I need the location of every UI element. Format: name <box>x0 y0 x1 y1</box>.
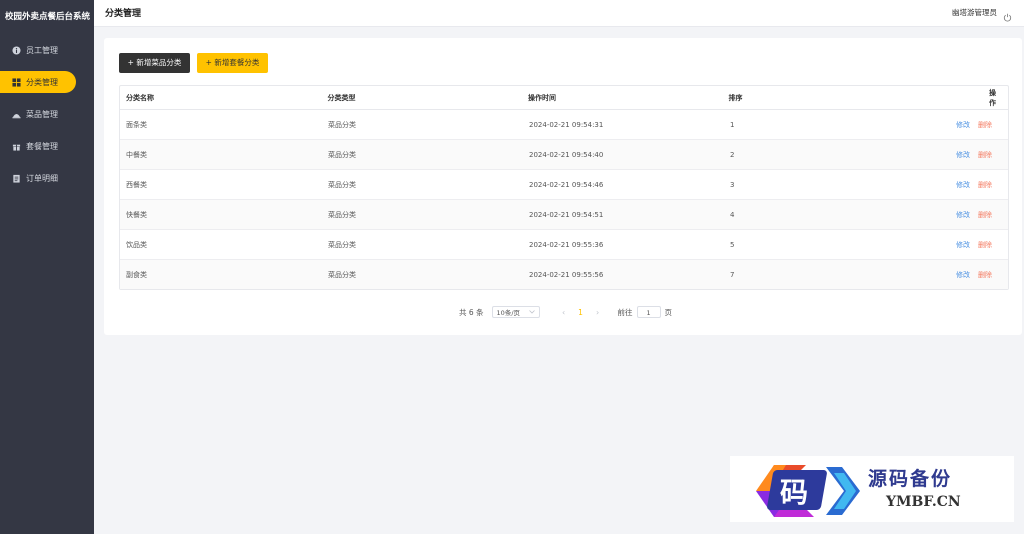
cell-actions: 修改 删除 <box>926 240 1008 250</box>
sidebar-item-employee[interactable]: 员工管理 <box>0 39 76 61</box>
page-size-value: 10条/页 <box>496 309 521 317</box>
cell-actions: 修改 删除 <box>926 210 1008 220</box>
column-header: 分类类型 <box>327 93 356 102</box>
delete-link[interactable]: 删除 <box>978 240 992 250</box>
category-table: 分类名称 分类类型 操作时间 排序 操作 面条类 菜品分类 2024-02-21… <box>119 85 1009 290</box>
cell-time: 2024-02-21 09:54:51 <box>529 210 604 219</box>
cell-time: 2024-02-21 09:54:46 <box>529 180 604 189</box>
sidebar-item-label: 菜品管理 <box>26 109 58 119</box>
cell-actions: 修改 删除 <box>926 180 1008 190</box>
prev-page-button[interactable]: ‹ <box>554 308 574 317</box>
cell-name: 饮品类 <box>126 240 147 249</box>
sidebar-item-category[interactable]: 分类管理 <box>0 71 76 93</box>
delete-link[interactable]: 删除 <box>978 180 992 190</box>
cell-name: 快餐类 <box>126 210 147 219</box>
table-row: 中餐类 菜品分类 2024-02-21 09:54:40 2 修改 删除 <box>120 140 1008 170</box>
cell-sort: 1 <box>730 120 735 129</box>
page-suffix: 页 <box>664 307 673 317</box>
sidebar-item-label: 订单明细 <box>26 173 58 183</box>
cell-sort: 3 <box>730 180 735 189</box>
sidebar-item-dish[interactable]: 菜品管理 <box>0 103 76 125</box>
cell-sort: 2 <box>730 150 735 159</box>
cell-type: 菜品分类 <box>328 120 356 129</box>
delete-link[interactable]: 删除 <box>978 270 992 280</box>
cell-name: 西餐类 <box>126 180 147 189</box>
cell-type: 菜品分类 <box>328 240 356 249</box>
sidebar-item-order[interactable]: 订单明细 <box>0 167 76 189</box>
delete-link[interactable]: 删除 <box>978 120 992 130</box>
edit-link[interactable]: 修改 <box>956 270 970 280</box>
cell-type: 菜品分类 <box>328 180 356 189</box>
table-header: 分类名称 分类类型 操作时间 排序 操作 <box>120 86 1008 110</box>
cell-time: 2024-02-21 09:55:56 <box>529 270 604 279</box>
table-row: 西餐类 菜品分类 2024-02-21 09:54:46 3 修改 删除 <box>120 170 1008 200</box>
cell-type: 菜品分类 <box>328 270 356 279</box>
pagination: 共 6 条 10条/页 ‹ 1 › 前往 1 页 <box>459 305 672 319</box>
cell-time: 2024-02-21 09:55:36 <box>529 240 604 249</box>
gift-box-icon <box>12 142 21 151</box>
next-page-button[interactable]: › <box>588 308 608 317</box>
column-header: 分类名称 <box>126 93 154 102</box>
watermark-mark-text: 码 <box>780 476 809 509</box>
table-body: 面条类 菜品分类 2024-02-21 09:54:31 1 修改 删除 中餐类… <box>120 110 1008 289</box>
column-header: 操作时间 <box>528 93 556 102</box>
dish-icon <box>12 110 21 119</box>
cell-type: 菜品分类 <box>328 150 356 159</box>
cell-name: 副食类 <box>126 270 147 279</box>
page-title: 分类管理 <box>105 9 142 19</box>
pagination-total: 共 6 条 <box>459 307 484 317</box>
sidebar-item-label: 员工管理 <box>26 45 58 55</box>
cell-actions: 修改 删除 <box>926 120 1008 130</box>
cell-actions: 修改 删除 <box>926 270 1008 280</box>
chevron-down-icon <box>528 308 535 316</box>
delete-link[interactable]: 删除 <box>978 150 992 160</box>
cell-sort: 5 <box>730 240 735 249</box>
cell-type: 菜品分类 <box>328 210 356 219</box>
sidebar: 校园外卖点餐后台系统 员工管理 分类管理 菜品管理 套餐管理 订单明细 <box>0 0 94 534</box>
cell-sort: 7 <box>730 270 735 279</box>
add-dish-category-button[interactable]: + 新增菜品分类 <box>119 53 190 73</box>
cell-sort: 4 <box>730 210 735 219</box>
cell-name: 中餐类 <box>126 150 147 159</box>
sidebar-item-label: 套餐管理 <box>26 141 58 151</box>
cell-time: 2024-02-21 09:54:31 <box>529 120 604 129</box>
edit-link[interactable]: 修改 <box>956 210 970 220</box>
sidebar-nav: 员工管理 分类管理 菜品管理 套餐管理 订单明细 <box>0 39 94 189</box>
sidebar-item-setmeal[interactable]: 套餐管理 <box>0 135 76 157</box>
sidebar-item-label: 分类管理 <box>26 77 58 87</box>
watermark-logo: 码 源码备份 YMBF.CN <box>730 456 1014 522</box>
table-row: 快餐类 菜品分类 2024-02-21 09:54:51 4 修改 删除 <box>120 200 1008 230</box>
cell-time: 2024-02-21 09:54:40 <box>529 150 604 159</box>
edit-link[interactable]: 修改 <box>956 150 970 160</box>
power-icon[interactable] <box>1003 7 1012 22</box>
table-row: 副食类 菜品分类 2024-02-21 09:55:56 7 修改 删除 <box>120 260 1008 289</box>
page-size-select[interactable]: 10条/页 <box>491 306 540 318</box>
content-card: + 新增菜品分类 + 新增套餐分类 分类名称 分类类型 操作时间 排序 操作 面… <box>104 38 1022 335</box>
column-header: 排序 <box>728 93 743 102</box>
goto-label: 前往 <box>617 307 633 317</box>
clipboard-icon <box>12 174 21 183</box>
edit-link[interactable]: 修改 <box>956 240 970 250</box>
cell-name: 面条类 <box>126 120 147 129</box>
table-row: 饮品类 菜品分类 2024-02-21 09:55:36 5 修改 删除 <box>120 230 1008 260</box>
info-circle-icon <box>12 45 21 55</box>
goto-page-input[interactable]: 1 <box>636 306 661 318</box>
grid-icon <box>12 77 21 87</box>
user-name[interactable]: 幽塔游管理员 <box>952 7 997 18</box>
app-title: 校园外卖点餐后台系统 <box>5 12 91 22</box>
top-header: 分类管理 幽塔游管理员 <box>94 0 1024 27</box>
page-number-current[interactable]: 1 <box>574 308 588 317</box>
watermark-title: 源码备份 <box>868 468 953 490</box>
column-header: 操作 <box>989 88 997 107</box>
table-row: 面条类 菜品分类 2024-02-21 09:54:31 1 修改 删除 <box>120 110 1008 140</box>
cell-actions: 修改 删除 <box>926 150 1008 160</box>
edit-link[interactable]: 修改 <box>956 180 970 190</box>
add-setmeal-category-button[interactable]: + 新增套餐分类 <box>197 53 268 73</box>
delete-link[interactable]: 删除 <box>978 210 992 220</box>
watermark-url: YMBF.CN <box>886 494 961 510</box>
edit-link[interactable]: 修改 <box>956 120 970 130</box>
